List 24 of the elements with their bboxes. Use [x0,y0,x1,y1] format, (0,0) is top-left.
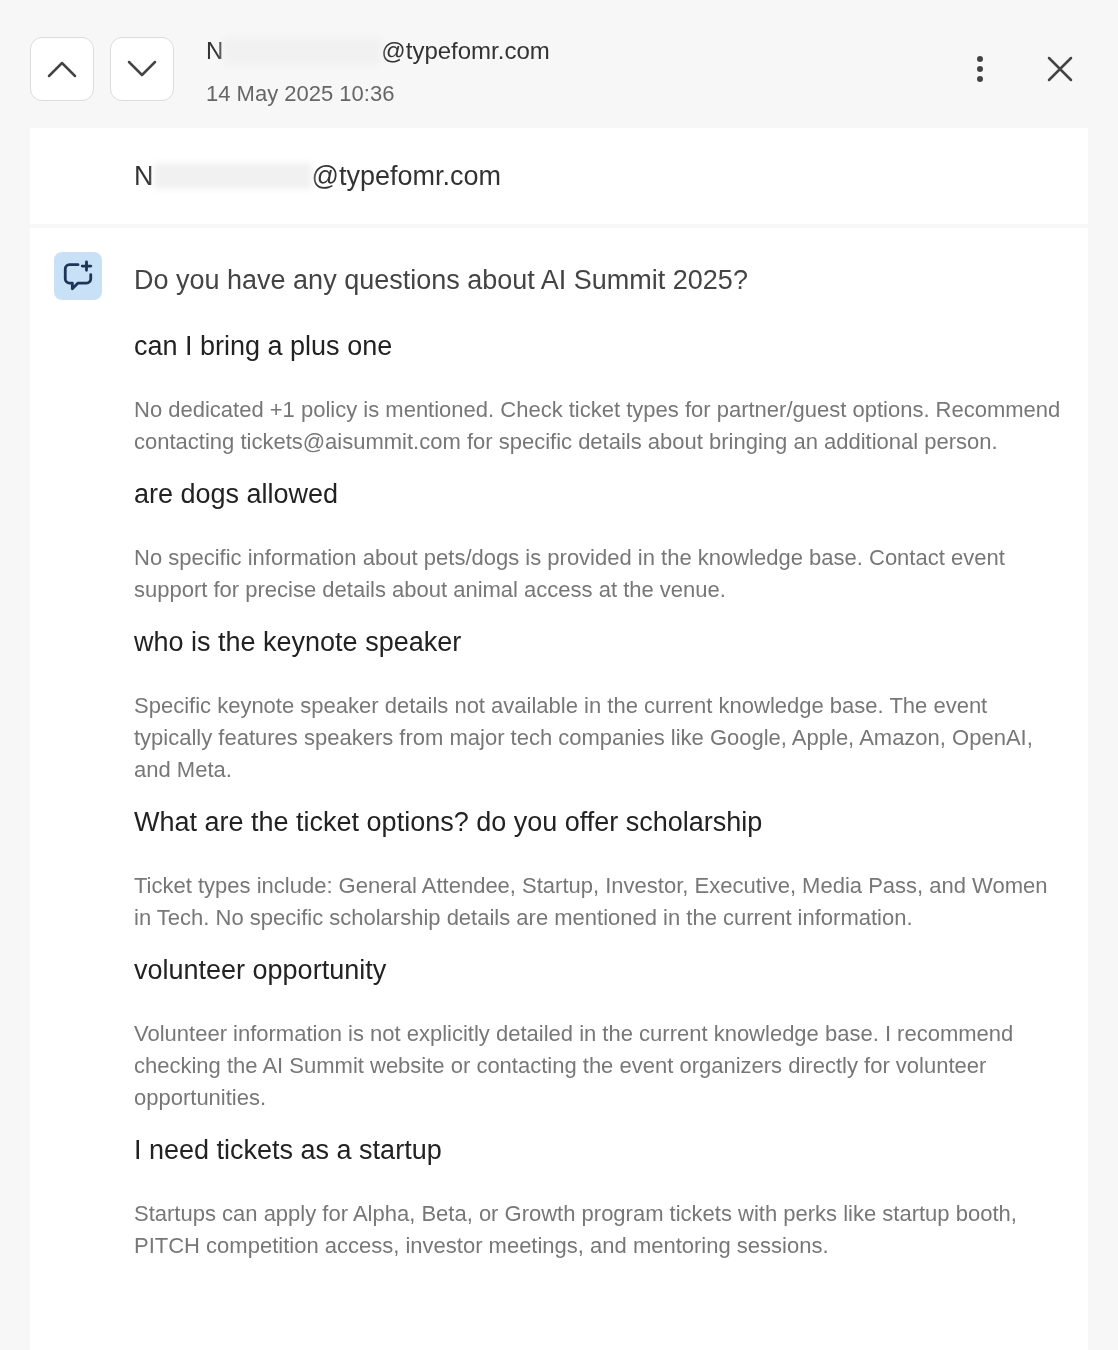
question-text: I need tickets as a startup [134,1134,443,1167]
answer-text: No dedicated +1 policy is mentioned. Check ticket types for partner/guest options. Recommend contacting tickets@aisummit.com for specific details about bringing an additional person. [134,396,1062,456]
answer-text: Ticket types include: General Attendee, Startup, Investor, Executive, Media Pass, and Women in Tech. No specific scholarship details are mentioned in the current information. [134,872,1049,932]
answer-text: Specific keynote speaker details not available in the current knowledge base. The event typically features speakers from major tech companies like Google, Apple, Amazon, OpenAI, and Meta. [134,692,1034,784]
question-text: are dogs allowed [134,478,340,511]
answer-text: No specific information about pets/dogs is provided in the knowledge base. Contact event support for precise details about animal access at the venue. [134,544,1006,604]
more-vertical-icon [976,55,984,83]
question-text: What are the ticket options? do you offer scholarship [134,806,764,839]
chevron-down-icon [127,60,157,78]
close-button[interactable] [1046,55,1074,83]
recipient-domain: @typefomr.com [311,159,501,193]
answer-text: Startups can apply for Alpha, Beta, or Growth program tickets with perks like startup booth, PITCH competition access, investor meetings, and mentoring sessions. [134,1200,1018,1260]
close-icon [1047,56,1073,82]
chevron-up-icon [47,60,77,78]
sender-start: N [206,37,224,65]
message-date: 14 May 2025 10:36 [206,80,396,108]
recipient-start: N [134,159,154,193]
intro-question: Do you have any questions about AI Summit 2025? [134,264,749,297]
ai-chat-icon [54,252,102,300]
question-text: who is the keynote speaker [134,626,463,659]
answer-text: Volunteer information is not explicitly detailed in the current knowledge base. I recommend checking the AI Summit website or contacting the event organizers directly for volunteer opportunities. [134,1020,1015,1112]
question-text: volunteer opportunity [134,954,388,987]
sender-domain: @typefomr.com [381,37,550,65]
question-text: can I bring a plus one [134,330,394,363]
